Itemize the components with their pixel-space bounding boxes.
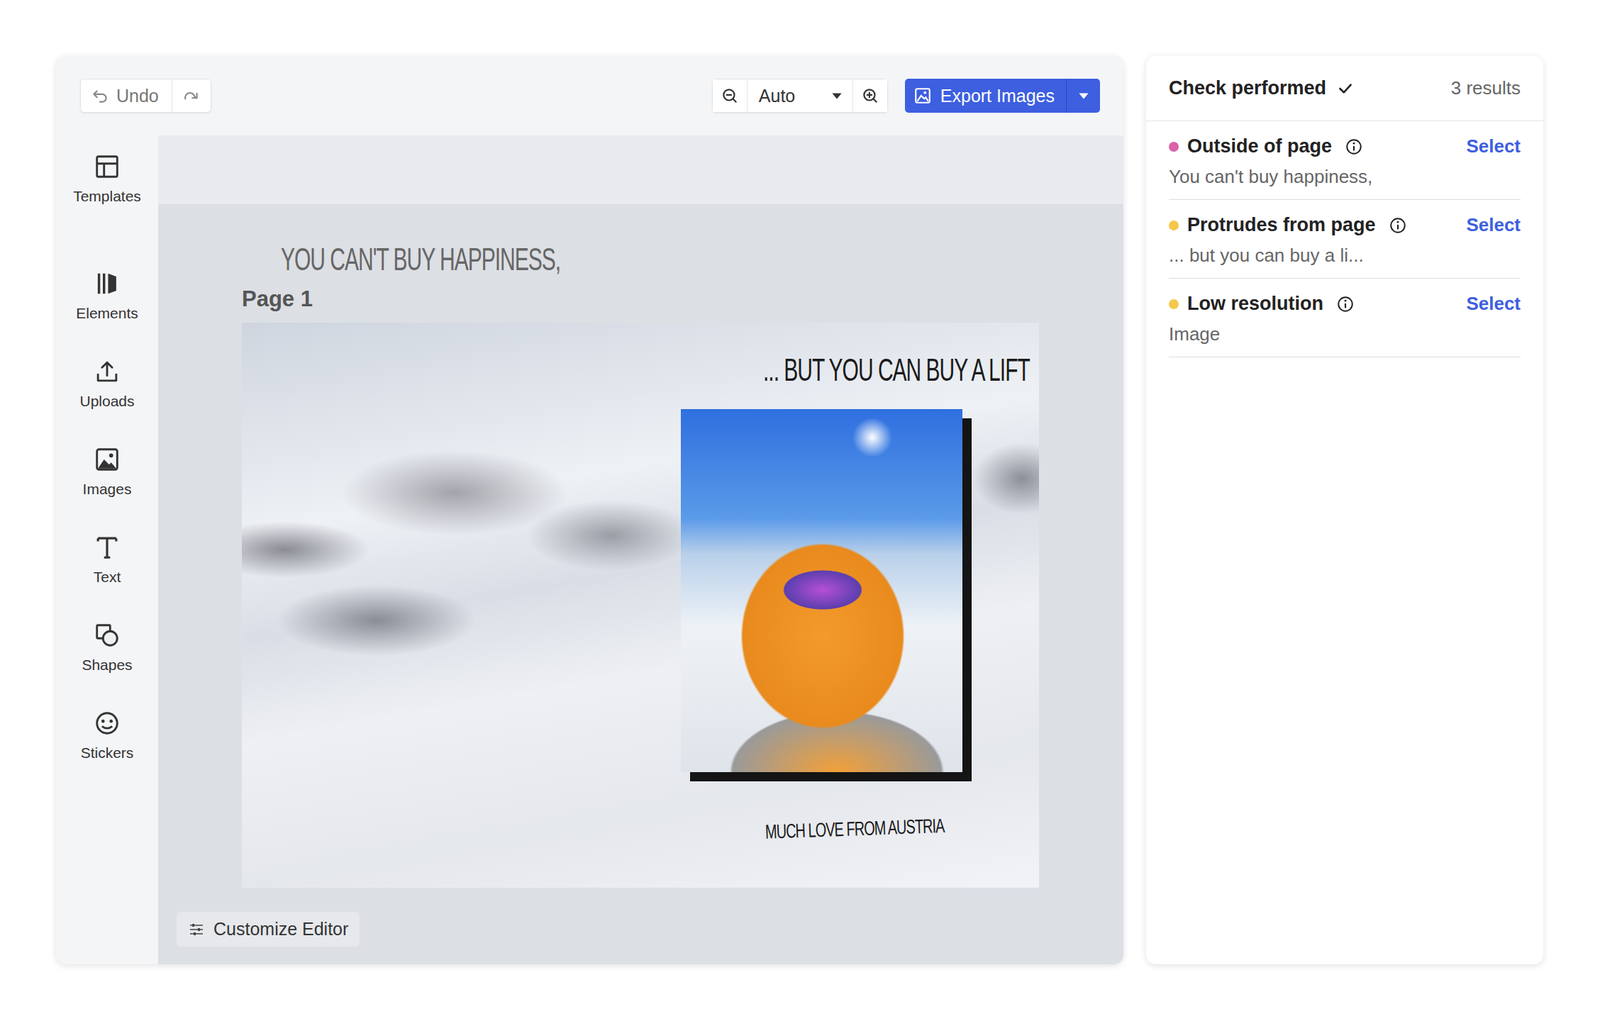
zoom-group: Auto — [712, 78, 888, 113]
page-label: Page 1 — [241, 286, 313, 313]
result-list: Outside of page Select You can't buy happi… — [1146, 121, 1544, 358]
editor-panel: Undo Auto Export Images TemplatesElementsUp… — [56, 56, 1124, 965]
selfie-image[interactable] — [680, 409, 963, 773]
sidebar-item[interactable]: Images — [82, 445, 132, 534]
editor-body: TemplatesElementsUploadsImagesTextShapes… — [56, 135, 1124, 965]
screen: Undo Auto Export Images TemplatesElementsUp… — [0, 0, 1600, 1021]
select-link[interactable]: Select — [1465, 214, 1521, 237]
uploads-icon — [92, 357, 122, 386]
export-images-button[interactable]: Export Images — [904, 78, 1066, 113]
caret-down-icon — [1078, 92, 1090, 100]
redo-button[interactable] — [172, 79, 211, 113]
undo-icon — [90, 86, 110, 105]
check-header: Check performed 3 results — [1146, 56, 1544, 122]
result-detail: You can't buy happiness, — [1168, 165, 1521, 188]
export-options-button[interactable] — [1065, 78, 1100, 113]
checkmark-icon — [1336, 79, 1355, 98]
caret-down-icon — [831, 92, 843, 100]
sidebar-item[interactable]: Text — [92, 533, 122, 622]
sidebar: TemplatesElementsUploadsImagesTextShapes… — [56, 135, 159, 965]
result-type: Protrudes from page — [1187, 214, 1376, 237]
info-icon[interactable] — [1336, 295, 1355, 314]
canvas-text[interactable]: ... BUT YOU CAN BUY A LIFT — [763, 354, 1030, 387]
status-dot — [1168, 141, 1179, 152]
undo-button[interactable]: Undo — [80, 79, 173, 113]
redo-icon — [182, 86, 201, 105]
text-icon — [92, 533, 122, 562]
zoom-in-button[interactable] — [853, 79, 888, 113]
result-type: Low resolution — [1187, 292, 1324, 315]
customize-editor-button[interactable]: Customize Editor — [176, 912, 360, 947]
templates-icon — [92, 152, 122, 181]
zoom-select[interactable]: Auto — [746, 79, 854, 113]
info-icon[interactable] — [1388, 216, 1408, 235]
status-dot — [1168, 299, 1179, 310]
select-link[interactable]: Select — [1465, 135, 1521, 158]
result-count: 3 results — [1451, 77, 1521, 100]
export-group: Export Images — [904, 78, 1100, 113]
check-panel: Check performed 3 results Outside of page S… — [1146, 56, 1544, 965]
result-row: Outside of page Select You can't buy happi… — [1168, 121, 1521, 200]
result-type: Outside of page — [1187, 135, 1332, 158]
stickers-icon — [92, 709, 122, 738]
images-icon — [92, 445, 122, 474]
sidebar-item[interactable]: Elements — [75, 269, 139, 358]
canvas: Page 1 YOU CAN'T BUY HAPPINESS, ... BUT YO… — [158, 135, 1124, 965]
zoom-out-button[interactable] — [712, 79, 747, 113]
result-detail: ... but you can buy a li... — [1168, 244, 1521, 267]
check-title: Check performed — [1168, 77, 1327, 100]
sliders-icon — [187, 921, 205, 939]
sidebar-item[interactable]: Uploads — [79, 357, 135, 446]
sidebar-item[interactable]: Shapes — [81, 621, 132, 710]
select-link[interactable]: Select — [1465, 292, 1521, 315]
toolbar: Undo Auto Export Images — [56, 56, 1124, 136]
canvas-top-strip — [158, 135, 1124, 205]
result-row: Low resolution Select Image — [1168, 278, 1521, 358]
result-detail: Image — [1168, 323, 1521, 346]
shapes-icon — [92, 621, 122, 650]
canvas-text[interactable]: YOU CAN'T BUY HAPPINESS, — [280, 243, 561, 276]
image-icon — [913, 86, 932, 105]
info-icon[interactable] — [1344, 137, 1364, 157]
zoom-in-icon — [860, 86, 880, 105]
result-row: Protrudes from page Select ... but you can… — [1168, 200, 1521, 279]
sidebar-item[interactable]: Templates — [73, 152, 142, 270]
status-dot — [1168, 220, 1179, 231]
undo-group: Undo — [80, 78, 212, 113]
sidebar-item[interactable]: Stickers — [80, 709, 135, 798]
elements-icon — [92, 269, 122, 298]
zoom-out-icon — [720, 86, 740, 105]
